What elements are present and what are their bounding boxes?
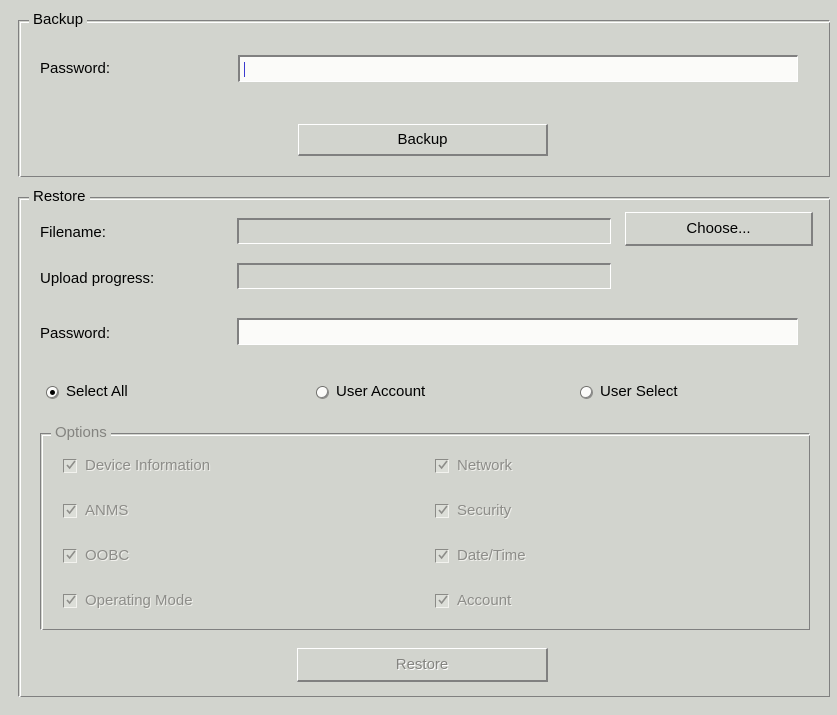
checkmark-icon [438, 505, 448, 515]
backup-password-input[interactable] [238, 55, 798, 82]
backup-password-label: Password: [40, 60, 111, 77]
checkbox-oobc[interactable]: OOBC [63, 548, 129, 564]
backup-button-label: Backup [397, 131, 448, 148]
choose-button-label: Choose... [686, 220, 751, 237]
checkbox-indicator [435, 459, 449, 473]
checkmark-icon [438, 460, 448, 470]
restore-button[interactable]: Restore [297, 648, 548, 682]
checkbox-indicator [63, 459, 77, 473]
checkbox-anms-label: ANMS [85, 502, 129, 519]
checkbox-operating-mode-label: Operating Mode [85, 592, 193, 609]
radio-select-all[interactable]: Select All [46, 384, 128, 400]
restore-password-label: Password: [40, 325, 111, 342]
radio-indicator [580, 385, 593, 399]
restore-upload-progress-bar [237, 263, 611, 289]
checkbox-operating-mode[interactable]: Operating Mode [63, 593, 193, 609]
checkmark-icon [438, 550, 448, 560]
restore-upload-progress-label: Upload progress: [40, 270, 155, 287]
restore-filename-label: Filename: [40, 224, 106, 241]
checkmark-icon [438, 595, 448, 605]
checkbox-indicator [435, 549, 449, 563]
checkbox-indicator [435, 594, 449, 608]
radio-user-account-label: User Account [336, 383, 426, 400]
checkbox-account[interactable]: Account [435, 593, 511, 609]
choose-button[interactable]: Choose... [625, 212, 813, 246]
checkbox-date-time[interactable]: Date/Time [435, 548, 526, 564]
checkbox-device-information-label: Device Information [85, 457, 211, 474]
checkbox-account-label: Account [457, 592, 512, 609]
checkmark-icon [66, 460, 76, 470]
checkbox-date-time-label: Date/Time [457, 547, 526, 564]
restore-group-title: Restore [29, 189, 90, 205]
checkbox-oobc-label: OOBC [85, 547, 130, 564]
checkbox-network-label: Network [457, 457, 513, 474]
checkbox-security-label: Security [457, 502, 512, 519]
checkmark-icon [66, 505, 76, 515]
restore-password-input[interactable] [237, 318, 798, 345]
backup-group-title: Backup [29, 12, 88, 28]
radio-user-select-label: User Select [600, 383, 678, 400]
radio-user-select[interactable]: User Select [580, 384, 678, 400]
checkbox-device-information[interactable]: Device Information [63, 458, 210, 474]
backup-button[interactable]: Backup [298, 124, 548, 156]
checkbox-indicator [63, 549, 77, 563]
options-group-title: Options [51, 425, 111, 441]
restore-filename-input[interactable] [237, 218, 611, 244]
checkbox-indicator [63, 504, 77, 518]
radio-indicator [316, 385, 329, 399]
text-caret [244, 61, 245, 77]
checkmark-icon [66, 550, 76, 560]
checkbox-security[interactable]: Security [435, 503, 511, 519]
radio-select-all-label: Select All [66, 383, 128, 400]
restore-button-label: Restore [395, 656, 449, 673]
checkbox-indicator [63, 594, 77, 608]
checkbox-network[interactable]: Network [435, 458, 512, 474]
radio-indicator [46, 385, 59, 399]
checkmark-icon [66, 595, 76, 605]
radio-user-account[interactable]: User Account [316, 384, 425, 400]
checkbox-anms[interactable]: ANMS [63, 503, 128, 519]
checkbox-indicator [435, 504, 449, 518]
